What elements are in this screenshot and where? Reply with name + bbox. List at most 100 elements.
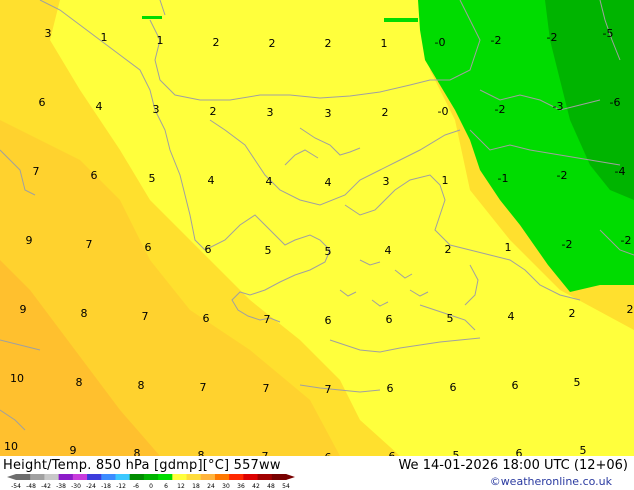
scale-swatch bbox=[143, 474, 159, 480]
temp-label: 9 bbox=[70, 444, 77, 456]
scale-swatch bbox=[229, 474, 244, 480]
temp-label: 6 bbox=[145, 241, 152, 254]
scale-swatch bbox=[30, 474, 45, 480]
temp-label: 7 bbox=[86, 238, 93, 251]
temp-label: -2 bbox=[621, 234, 632, 247]
scale-tick-label: -30 bbox=[71, 483, 81, 490]
temp-label: -0 bbox=[438, 105, 449, 118]
temp-label: 7 bbox=[200, 381, 207, 394]
scale-tick-label: -42 bbox=[41, 483, 51, 490]
color-scale-ticks: -54 -48 -42 -38 -30 -24 -18 -12 -6 0 6 12 18 24 30 36 42… bbox=[11, 483, 290, 490]
temp-label: 8 bbox=[134, 447, 141, 456]
temp-label: -1 bbox=[498, 172, 509, 185]
temp-label: -6 bbox=[610, 96, 621, 109]
temp-label: 8 bbox=[138, 379, 145, 392]
scale-tick-label: 36 bbox=[237, 483, 245, 490]
temp-label: 5 bbox=[453, 449, 460, 456]
scale-swatch bbox=[243, 474, 259, 480]
color-scale: -54 -48 -42 -38 -30 -24 -18 -12 -6 0 6 12 18 24 30 36 42… bbox=[7, 474, 295, 490]
map-title: Height/Temp. 850 hPa [gdmp][°C] 557ww bbox=[3, 458, 281, 473]
temp-label: -2 bbox=[557, 169, 568, 182]
temp-label: 2 bbox=[627, 303, 634, 316]
scale-tick-label: -54 bbox=[11, 483, 21, 490]
temp-label: 7 bbox=[33, 165, 40, 178]
scale-swatch bbox=[101, 474, 116, 480]
temp-label: -2 bbox=[495, 103, 506, 116]
temp-label: -5 bbox=[603, 27, 614, 40]
temp-label: 2 bbox=[569, 307, 576, 320]
valid-time: We 14-01-2026 18:00 UTC (12+06) bbox=[398, 458, 628, 473]
scale-swatch bbox=[115, 474, 131, 480]
temp-label: 5 bbox=[149, 172, 156, 185]
scale-tick-label: 12 bbox=[177, 483, 185, 490]
temp-label: 6 bbox=[512, 379, 519, 392]
temp-label: -2 bbox=[547, 31, 558, 44]
temp-label: 3 bbox=[325, 107, 332, 120]
temp-label: 4 bbox=[325, 176, 332, 189]
scale-tick-label: 48 bbox=[267, 483, 275, 490]
temp-label: 5 bbox=[265, 244, 272, 257]
scale-swatch bbox=[158, 474, 173, 480]
temp-label: 5 bbox=[325, 245, 332, 258]
credit-link[interactable]: ©weatheronline.co.uk bbox=[490, 475, 612, 488]
temp-label: 4 bbox=[385, 244, 392, 257]
scale-tick-label: -24 bbox=[86, 483, 96, 490]
temp-label: 2 bbox=[210, 105, 217, 118]
temp-label: -2 bbox=[562, 238, 573, 251]
scale-tick-label: -38 bbox=[56, 483, 66, 490]
scale-arrow-left bbox=[7, 474, 16, 480]
scale-tick-label: -48 bbox=[26, 483, 36, 490]
temp-label: 2 bbox=[325, 37, 332, 50]
temp-label: 4 bbox=[508, 310, 515, 323]
temp-label: 7 bbox=[264, 313, 271, 326]
temp-label: 6 bbox=[91, 169, 98, 182]
temp-label: 1 bbox=[157, 34, 164, 47]
temp-label: -2 bbox=[491, 34, 502, 47]
temp-label: 3 bbox=[45, 27, 52, 40]
temp-label: -4 bbox=[615, 165, 626, 178]
temp-label: 1 bbox=[505, 241, 512, 254]
scale-tick-label: -18 bbox=[101, 483, 111, 490]
scale-swatch bbox=[186, 474, 202, 480]
temp-label: 10 bbox=[10, 372, 24, 385]
temp-label: 6 bbox=[516, 447, 523, 456]
scale-swatch bbox=[214, 474, 230, 480]
scale-tick-label: -6 bbox=[133, 483, 139, 490]
scale-arrow-right bbox=[286, 474, 295, 480]
temp-label: 10 bbox=[4, 440, 18, 453]
temp-label: 4 bbox=[208, 174, 215, 187]
temp-label: 7 bbox=[325, 383, 332, 396]
scale-tick-label: 0 bbox=[149, 483, 153, 490]
temp-label: 3 bbox=[153, 103, 160, 116]
scale-swatch bbox=[72, 474, 88, 480]
scale-swatch bbox=[16, 474, 31, 480]
temp-label: 2 bbox=[213, 36, 220, 49]
temp-label: 2 bbox=[382, 106, 389, 119]
color-scale-bars bbox=[7, 474, 295, 480]
scale-tick-label: 18 bbox=[192, 483, 200, 490]
scale-tick-label: 6 bbox=[164, 483, 168, 490]
temp-label: 6 bbox=[387, 382, 394, 395]
scale-tick-label: -12 bbox=[116, 483, 126, 490]
map-footer: Height/Temp. 850 hPa [gdmp][°C] 557ww We… bbox=[0, 456, 634, 490]
scale-tick-label: 24 bbox=[207, 483, 215, 490]
temp-label: 4 bbox=[96, 100, 103, 113]
temp-label: 5 bbox=[447, 312, 454, 325]
temp-label: 1 bbox=[381, 37, 388, 50]
scale-swatch bbox=[172, 474, 188, 480]
temp-label: 9 bbox=[20, 303, 27, 316]
weather-map: 3 1 1 2 2 2 1 -0 -2 -2 -5 6 4 3 2 3 3 2 … bbox=[0, 0, 634, 456]
map-canvas: 3 1 1 2 2 2 1 -0 -2 -2 -5 6 4 3 2 3 3 2 … bbox=[0, 0, 634, 456]
scale-swatch bbox=[271, 474, 287, 480]
green-mark-2 bbox=[384, 18, 418, 22]
temp-label: 6 bbox=[325, 314, 332, 327]
temp-label: 1 bbox=[101, 31, 108, 44]
temp-label: 2 bbox=[445, 243, 452, 256]
temp-label: 2 bbox=[269, 37, 276, 50]
green-mark-1 bbox=[142, 16, 162, 19]
scale-swatch bbox=[129, 474, 145, 480]
temp-label: 6 bbox=[205, 243, 212, 256]
temp-label: 5 bbox=[574, 376, 581, 389]
temp-label: 5 bbox=[580, 444, 587, 456]
scale-tick-label: 42 bbox=[252, 483, 260, 490]
